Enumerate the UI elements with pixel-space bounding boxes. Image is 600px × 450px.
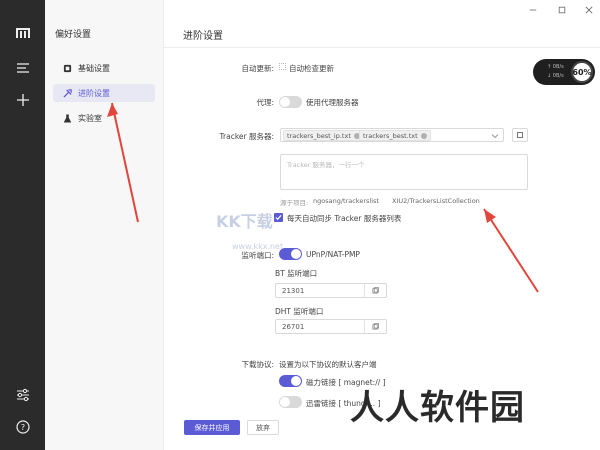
sidebar-item-advanced[interactable]: 进阶设置 bbox=[53, 84, 155, 102]
download-protocol-label: 下载协议: bbox=[241, 360, 274, 369]
listen-port-label: 监听端口: bbox=[241, 251, 274, 260]
auto-update-checkbox[interactable] bbox=[279, 63, 286, 70]
add-task-button[interactable] bbox=[12, 89, 34, 111]
advanced-settings-icon bbox=[63, 88, 72, 98]
bt-port-label: BT 监听端口 bbox=[275, 269, 318, 278]
tracker-tag-label: trackers_best_ip.txt bbox=[287, 131, 351, 140]
shuffle-icon bbox=[372, 323, 379, 330]
tracker-servers-textarea[interactable]: Tracker 服务器，一行一个 bbox=[280, 154, 528, 190]
dht-port-value: 26701 bbox=[282, 323, 305, 331]
tag-remove-icon[interactable] bbox=[420, 132, 427, 139]
sidebar-title: 偏好设置 bbox=[55, 30, 92, 40]
tracker-source-link-2[interactable]: XIU2/TrackersListCollection bbox=[392, 197, 480, 205]
upnp-label: UPnP/NAT-PMP bbox=[306, 250, 360, 259]
sidebar-item-label: 基础设置 bbox=[78, 63, 110, 73]
center-watermark: KK下载 bbox=[216, 212, 273, 231]
discard-button[interactable]: 放弃 bbox=[247, 420, 279, 435]
help-icon: ? bbox=[16, 420, 30, 434]
proxy-option: 使用代理服务器 bbox=[306, 98, 359, 107]
dht-port-label: DHT 监听端口 bbox=[275, 307, 324, 316]
auto-update-label: 自动更新: bbox=[241, 64, 274, 73]
svg-text:?: ? bbox=[21, 423, 25, 432]
shuffle-icon bbox=[372, 287, 379, 294]
logo-button[interactable] bbox=[12, 22, 34, 44]
download-speed-value: 0B/s bbox=[552, 73, 564, 79]
tracker-tag-label: trackers_best.txt bbox=[363, 131, 418, 140]
basic-settings-icon bbox=[63, 64, 72, 72]
proxy-toggle[interactable] bbox=[279, 96, 302, 108]
title-divider bbox=[164, 47, 600, 48]
speed-widget[interactable]: ↑ 0B/s ↓ 0B/s 60% bbox=[533, 59, 595, 85]
app-rail: ? bbox=[0, 0, 45, 450]
sidebar-item-lab[interactable]: 实验室 bbox=[53, 109, 155, 127]
tracker-source-prefix: 源于项目: bbox=[280, 199, 309, 207]
magnet-toggle[interactable] bbox=[279, 375, 302, 387]
upload-speed-value: 0B/s bbox=[552, 64, 564, 70]
tracker-label: Tracker 服务器: bbox=[219, 132, 274, 141]
task-list-button[interactable] bbox=[12, 57, 34, 79]
page-title: 进阶设置 bbox=[183, 31, 223, 42]
tracker-tag[interactable]: trackers_best.txt bbox=[359, 130, 431, 141]
sync-tracker-button[interactable] bbox=[512, 128, 528, 142]
bt-port-value: 21301 bbox=[282, 287, 305, 295]
lab-icon bbox=[63, 114, 72, 122]
sidebar-item-label: 实验室 bbox=[78, 113, 102, 123]
chevron-down-icon bbox=[491, 134, 499, 139]
check-icon bbox=[275, 214, 282, 221]
logo-icon bbox=[16, 28, 30, 38]
preferences-sidebar: 偏好设置 基础设置 进阶设置 实验室 bbox=[45, 0, 164, 450]
preferences-button[interactable] bbox=[12, 384, 34, 406]
help-button[interactable]: ? bbox=[12, 416, 34, 438]
thunder-toggle[interactable] bbox=[279, 396, 302, 408]
auto-sync-label: 每天自动同步 Tracker 服务器列表 bbox=[287, 214, 402, 223]
proxy-label: 代理: bbox=[256, 98, 274, 107]
sidebar-item-label: 进阶设置 bbox=[78, 88, 110, 98]
auto-sync-checkbox[interactable] bbox=[274, 213, 283, 222]
bt-port-random-button[interactable] bbox=[364, 284, 386, 297]
tracker-source-select[interactable]: trackers_best_ip.txt trackers_best.txt bbox=[280, 128, 504, 142]
add-icon bbox=[17, 94, 29, 106]
center-watermark-sub: www.kkx.net bbox=[232, 242, 284, 251]
auto-update-option: 自动检查更新 bbox=[289, 64, 334, 73]
sidebar-item-basic[interactable]: 基础设置 bbox=[53, 59, 155, 77]
download-speed: ↓ 0B/s bbox=[547, 73, 564, 79]
tracker-source-link-1[interactable]: ngosang/trackerslist bbox=[313, 197, 379, 205]
sync-icon bbox=[517, 132, 523, 138]
tracker-tag[interactable]: trackers_best_ip.txt bbox=[283, 130, 364, 141]
corner-watermark: 人人软件园 bbox=[350, 388, 525, 428]
progress-percent: 60% bbox=[571, 61, 593, 83]
save-apply-button[interactable]: 保存并应用 bbox=[184, 420, 240, 435]
dht-port-random-button[interactable] bbox=[364, 320, 386, 333]
bt-port-input[interactable]: 21301 bbox=[275, 283, 387, 298]
menu-icon bbox=[17, 63, 29, 73]
sliders-icon bbox=[17, 388, 29, 402]
download-protocol-desc: 设置为以下协议的默认客户端 bbox=[279, 360, 377, 369]
upload-speed: ↑ 0B/s bbox=[547, 64, 564, 70]
dht-port-input[interactable]: 26701 bbox=[275, 319, 387, 334]
